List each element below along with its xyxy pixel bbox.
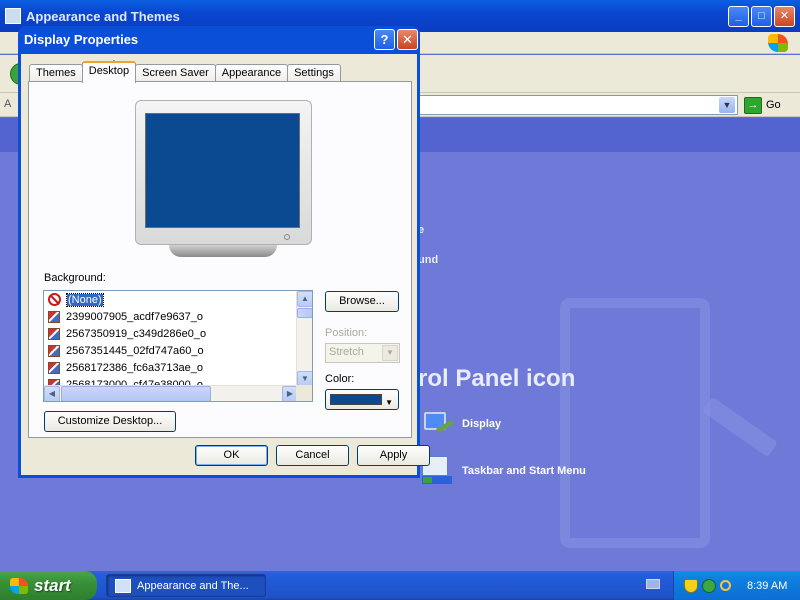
chevron-down-icon[interactable]: ▼ (382, 345, 398, 361)
ok-button[interactable]: OK (195, 445, 268, 466)
vertical-scrollbar[interactable]: ▲ ▼ (296, 291, 312, 387)
background-label: Background: (44, 272, 106, 284)
scroll-up-icon[interactable]: ▲ (297, 291, 312, 307)
go-button[interactable]: → Go (744, 96, 781, 114)
background-item-label: (None) (66, 292, 104, 307)
task-link-fragment[interactable]: und (418, 254, 438, 266)
monitor-power-button (284, 234, 290, 240)
background-list-item[interactable]: 2568172386_fc6a3713ae_o (44, 359, 312, 376)
watermark-checkbox-graphic (560, 298, 710, 548)
start-button[interactable]: start (0, 571, 97, 600)
chevron-down-icon[interactable]: ▼ (719, 97, 735, 113)
taskbar-start-menu-link[interactable]: Taskbar and Start Menu (422, 456, 586, 486)
windows-flag-icon (10, 577, 28, 594)
display-icon (422, 410, 455, 438)
browse-button[interactable]: Browse... (325, 291, 399, 312)
desktop-tab-panel: Background: (None) 2399007905_acdf7e9637_… (28, 81, 412, 438)
image-file-icon (48, 327, 60, 340)
update-icon[interactable] (702, 578, 716, 593)
monitor-preview (135, 100, 312, 257)
background-list-item[interactable]: 2567350919_c349d286e0_o (44, 325, 312, 342)
watermark-pen-graphic (702, 396, 778, 458)
taskbar-item-appearance-themes[interactable]: Appearance and The... (106, 574, 266, 597)
dropdown-arrow-icon: ▼ (385, 398, 393, 407)
none-icon (48, 293, 61, 306)
start-label: start (34, 575, 71, 595)
control-panel-icon (5, 8, 21, 24)
background-list-item[interactable]: (None) (44, 291, 312, 308)
display-properties-dialog: Display Properties ? ✕ Themes Desktop Sc… (18, 26, 430, 478)
background-list-item[interactable]: 2567351445_02fd747a60_o (44, 342, 312, 359)
tab-strip: Themes Desktop Screen Saver Appearance S… (29, 61, 341, 83)
go-label: Go (766, 99, 781, 111)
position-label: Position: (325, 327, 368, 339)
pick-icon-heading: rol Panel icon (418, 365, 576, 392)
system-tray: 8:39 AM (673, 571, 800, 600)
monitor-screen (145, 113, 300, 228)
dialog-close-button[interactable]: ✕ (397, 29, 418, 50)
search-icon[interactable] (720, 580, 731, 591)
horizontal-scroll-thumb[interactable] (61, 386, 211, 401)
horizontal-scrollbar[interactable]: ◀ ▶ (44, 385, 298, 401)
maximize-button[interactable]: □ (751, 6, 772, 27)
taskbar: start Appearance and The... 8:39 AM (0, 571, 800, 600)
display-label: Display (462, 418, 502, 430)
position-select[interactable]: Stretch ▼ (325, 343, 400, 363)
apply-button[interactable]: Apply (357, 445, 430, 466)
keyboard-icon[interactable] (646, 579, 660, 589)
dialog-body: Themes Desktop Screen Saver Appearance S… (21, 54, 430, 475)
minimize-button[interactable]: _ (728, 6, 749, 27)
cancel-button[interactable]: Cancel (276, 445, 349, 466)
address-label: A (4, 98, 12, 110)
display-link[interactable]: Display (422, 410, 501, 438)
monitor-bezel (135, 100, 312, 245)
go-arrow-icon: → (744, 96, 762, 114)
clock[interactable]: 8:39 AM (747, 580, 787, 592)
taskbar-item-label: Appearance and The... (137, 579, 249, 592)
vertical-scroll-thumb[interactable] (297, 308, 312, 318)
scroll-left-icon[interactable]: ◀ (44, 386, 60, 401)
background-items: (None) 2399007905_acdf7e9637_o 2567350919_… (44, 291, 312, 393)
background-item-label: 2567350919_c349d286e0_o (66, 327, 207, 340)
dialog-title: Display Properties (24, 32, 139, 47)
background-item-label: 2567351445_02fd747a60_o (66, 344, 204, 357)
color-picker-button[interactable]: ▼ (325, 389, 399, 410)
security-shield-icon[interactable] (684, 578, 698, 593)
image-file-icon (48, 344, 60, 357)
scroll-corner (296, 385, 312, 401)
monitor-stand (169, 245, 277, 257)
background-item-label: 2399007905_acdf7e9637_o (66, 310, 204, 323)
color-label: Color: (325, 373, 355, 385)
dialog-titlebar[interactable]: Display Properties ? ✕ (21, 26, 418, 54)
color-swatch (330, 394, 382, 405)
help-button[interactable]: ? (374, 29, 395, 50)
background-list-item[interactable]: 2399007905_acdf7e9637_o (44, 308, 312, 325)
taskbar-start-menu-label: Taskbar and Start Menu (462, 465, 586, 477)
address-input[interactable]: ▼ (412, 95, 738, 115)
position-value: Stretch (329, 346, 364, 358)
background-list[interactable]: (None) 2399007905_acdf7e9637_o 2567350919_… (43, 290, 313, 402)
image-file-icon (48, 310, 60, 323)
tab-desktop[interactable]: Desktop (81, 61, 137, 83)
control-panel-title: Appearance and Themes (26, 9, 180, 24)
customize-desktop-button[interactable]: Customize Desktop... (44, 411, 176, 432)
windows-logo-icon (768, 34, 788, 52)
close-button[interactable]: ✕ (774, 6, 795, 27)
folder-window-icon (115, 578, 131, 593)
background-item-label: 2568172386_fc6a3713ae_o (66, 361, 204, 374)
image-file-icon (48, 361, 60, 374)
